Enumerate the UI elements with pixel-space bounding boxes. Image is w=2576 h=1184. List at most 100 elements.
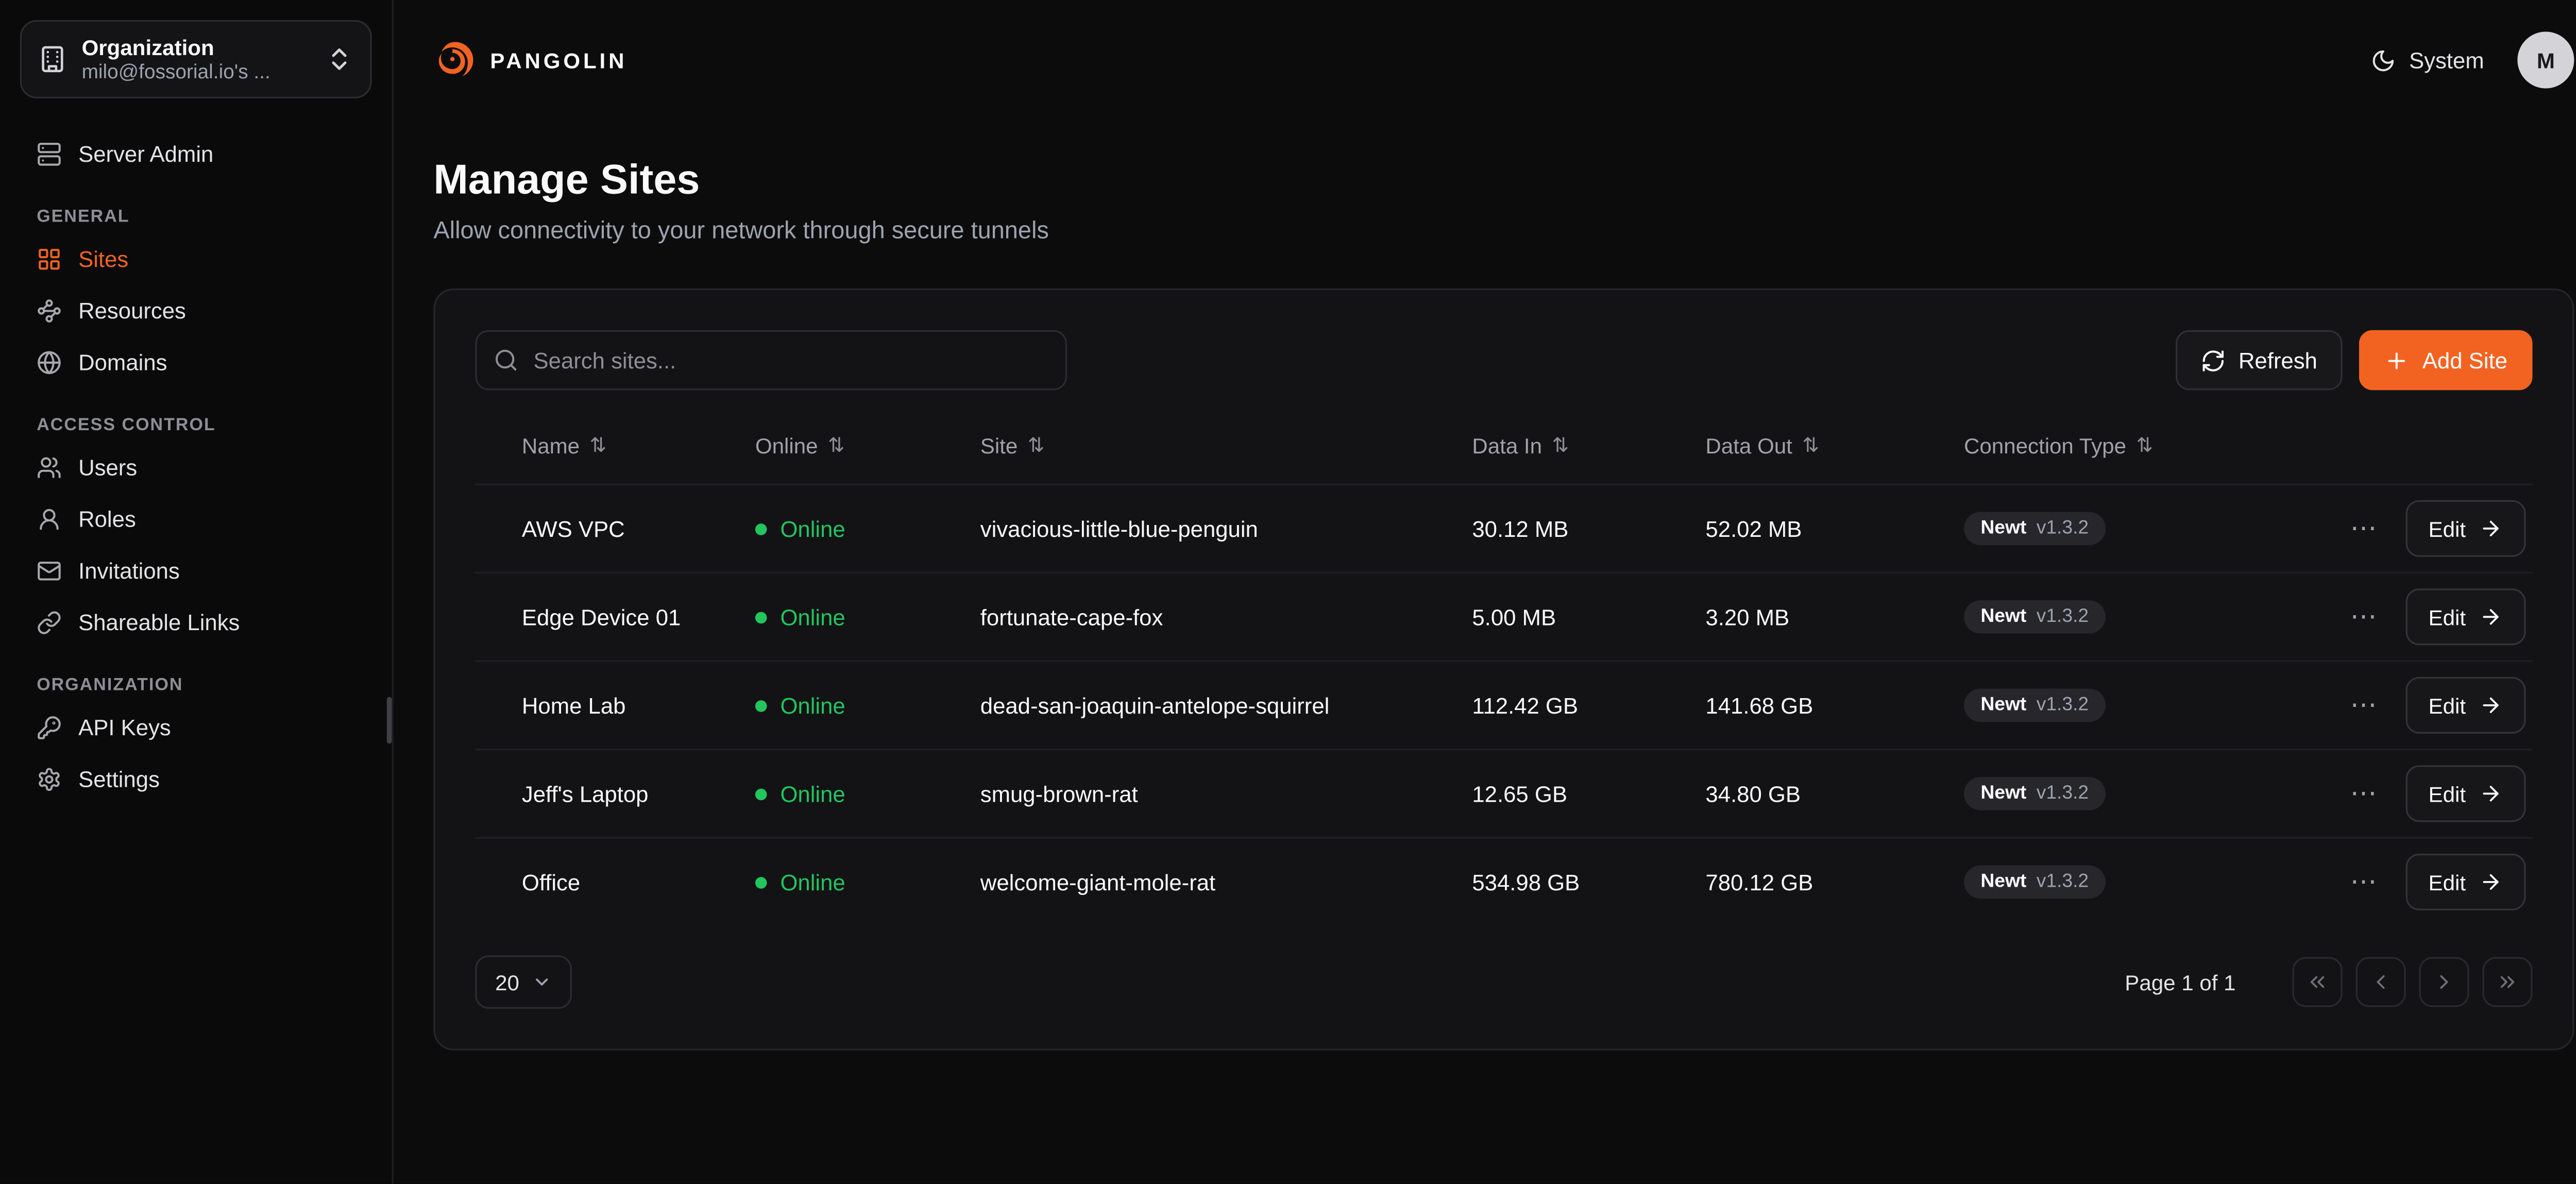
users-icon bbox=[37, 455, 62, 480]
site-status: Online bbox=[755, 693, 980, 718]
first-page-button[interactable] bbox=[2293, 957, 2343, 1007]
data-in-value: 12.65 GB bbox=[1472, 781, 1705, 806]
globe-icon bbox=[37, 350, 62, 376]
pangolin-logo-icon bbox=[433, 38, 477, 81]
edit-button[interactable]: Edit bbox=[2405, 854, 2526, 910]
section-label-general: GENERAL bbox=[20, 207, 372, 227]
site-name: Home Lab bbox=[522, 693, 755, 718]
connection-name: Newt bbox=[1980, 607, 2026, 627]
sidebar-item-label: Server Admin bbox=[78, 142, 213, 167]
top-bar: PANGOLIN System M bbox=[394, 0, 2576, 120]
table-row: AWS VPC Online vivacious-little-blue-pen… bbox=[475, 483, 2532, 572]
column-label: Connection Type bbox=[1964, 433, 2126, 458]
sidebar-item-label: API Keys bbox=[78, 715, 171, 740]
sites-card: Refresh Add Site Name⇅ Online⇅ Site⇅ Dat… bbox=[433, 289, 2574, 1051]
edit-label: Edit bbox=[2429, 781, 2466, 806]
sort-icon: ⇅ bbox=[1552, 433, 1569, 456]
sidebar-item-users[interactable]: Users bbox=[20, 442, 372, 494]
page-subtitle: Allow connectivity to your network throu… bbox=[433, 218, 2574, 245]
search-box bbox=[475, 330, 1067, 390]
prev-page-button[interactable] bbox=[2355, 957, 2405, 1007]
last-page-button[interactable] bbox=[2482, 957, 2532, 1007]
arrow-right-icon bbox=[2479, 694, 2502, 717]
arrow-right-icon bbox=[2479, 605, 2502, 629]
connection-name: Newt bbox=[1980, 872, 2026, 892]
online-label: Online bbox=[780, 781, 845, 806]
add-site-button[interactable]: Add Site bbox=[2359, 330, 2533, 390]
connection-version: v1.3.2 bbox=[2037, 607, 2089, 627]
app-window: Organization milo@fossorial.io's ... Ser… bbox=[0, 0, 2576, 1184]
page-info: Page 1 of 1 bbox=[2125, 970, 2235, 995]
edit-button[interactable]: Edit bbox=[2405, 500, 2526, 557]
key-icon bbox=[37, 715, 62, 740]
site-tunnel-name: dead-san-joaquin-antelope-squirrel bbox=[980, 693, 1472, 718]
sort-icon: ⇅ bbox=[2136, 433, 2153, 456]
connection-type-cell: Newtv1.3.2 bbox=[1964, 865, 2350, 899]
theme-toggle-button[interactable]: System bbox=[2371, 47, 2484, 73]
user-avatar[interactable]: M bbox=[2517, 31, 2574, 88]
sort-icon: ⇅ bbox=[828, 433, 845, 456]
column-header-site[interactable]: Site⇅ bbox=[980, 433, 1472, 458]
row-menu-button[interactable]: ⋯ bbox=[2350, 777, 2378, 810]
section-label-organization: ORGANIZATION bbox=[20, 675, 372, 696]
waypoints-icon bbox=[37, 298, 62, 324]
sidebar-item-resources[interactable]: Resources bbox=[20, 285, 372, 336]
sidebar-item-domains[interactable]: Domains bbox=[20, 337, 372, 388]
edit-button[interactable]: Edit bbox=[2405, 765, 2526, 822]
sort-icon: ⇅ bbox=[1802, 433, 1819, 456]
row-menu-button[interactable]: ⋯ bbox=[2350, 688, 2378, 722]
gear-icon bbox=[37, 767, 62, 792]
sidebar-item-api-keys[interactable]: API Keys bbox=[20, 702, 372, 753]
sidebar-item-settings[interactable]: Settings bbox=[20, 754, 372, 805]
sidebar-item-server-admin[interactable]: Server Admin bbox=[20, 128, 372, 180]
data-in-value: 112.42 GB bbox=[1472, 693, 1705, 718]
row-actions: ⋯ Edit bbox=[2350, 500, 2532, 557]
data-out-value: 780.12 GB bbox=[1705, 870, 1964, 895]
sidebar-scrollbar[interactable] bbox=[387, 697, 392, 744]
row-menu-button[interactable]: ⋯ bbox=[2350, 865, 2378, 899]
refresh-button[interactable]: Refresh bbox=[2175, 330, 2343, 390]
row-menu-button[interactable]: ⋯ bbox=[2350, 600, 2378, 634]
refresh-label: Refresh bbox=[2239, 348, 2317, 373]
plus-icon bbox=[2384, 348, 2409, 373]
sidebar-item-label: Roles bbox=[78, 507, 136, 532]
edit-button[interactable]: Edit bbox=[2405, 588, 2526, 645]
column-header-name[interactable]: Name⇅ bbox=[522, 433, 755, 458]
connection-badge: Newtv1.3.2 bbox=[1964, 688, 2105, 722]
online-label: Online bbox=[780, 870, 845, 895]
theme-label: System bbox=[2409, 47, 2484, 73]
arrow-right-icon bbox=[2479, 782, 2502, 805]
next-page-button[interactable] bbox=[2419, 957, 2469, 1007]
sidebar-item-sites[interactable]: Sites bbox=[20, 233, 372, 285]
column-header-connection-type[interactable]: Connection Type ⇅ bbox=[1964, 433, 2532, 458]
sidebar-item-shareable-links[interactable]: Shareable Links bbox=[20, 597, 372, 648]
sidebar-item-label: Sites bbox=[78, 247, 128, 272]
org-selector[interactable]: Organization milo@fossorial.io's ... bbox=[20, 20, 372, 98]
chevrons-up-down-icon bbox=[325, 45, 353, 73]
refresh-icon bbox=[2200, 348, 2225, 373]
connection-type-cell: Newtv1.3.2 bbox=[1964, 688, 2350, 722]
edit-button[interactable]: Edit bbox=[2405, 677, 2526, 734]
sidebar-item-roles[interactable]: Roles bbox=[20, 494, 372, 545]
edit-label: Edit bbox=[2429, 604, 2466, 630]
sidebar-item-invitations[interactable]: Invitations bbox=[20, 545, 372, 597]
column-header-data-out[interactable]: Data Out⇅ bbox=[1705, 433, 1964, 458]
page-size-select[interactable]: 20 bbox=[475, 955, 572, 1009]
column-header-data-in[interactable]: Data In⇅ bbox=[1472, 433, 1705, 458]
org-subtitle: milo@fossorial.io's ... bbox=[82, 60, 310, 83]
user-icon bbox=[37, 507, 62, 532]
moon-icon bbox=[2371, 47, 2396, 73]
connection-badge: Newtv1.3.2 bbox=[1964, 777, 2105, 810]
sidebar-item-label: Domains bbox=[78, 350, 167, 376]
page-size-value: 20 bbox=[495, 970, 519, 995]
row-menu-button[interactable]: ⋯ bbox=[2350, 512, 2378, 545]
column-header-online[interactable]: Online⇅ bbox=[755, 433, 980, 458]
search-input[interactable] bbox=[475, 330, 1067, 390]
online-dot-icon bbox=[755, 611, 767, 623]
connection-type-cell: Newtv1.3.2 bbox=[1964, 512, 2350, 545]
online-label: Online bbox=[780, 604, 845, 630]
site-status: Online bbox=[755, 516, 980, 542]
site-status: Online bbox=[755, 781, 980, 806]
search-icon bbox=[494, 348, 519, 373]
online-dot-icon bbox=[755, 876, 767, 888]
